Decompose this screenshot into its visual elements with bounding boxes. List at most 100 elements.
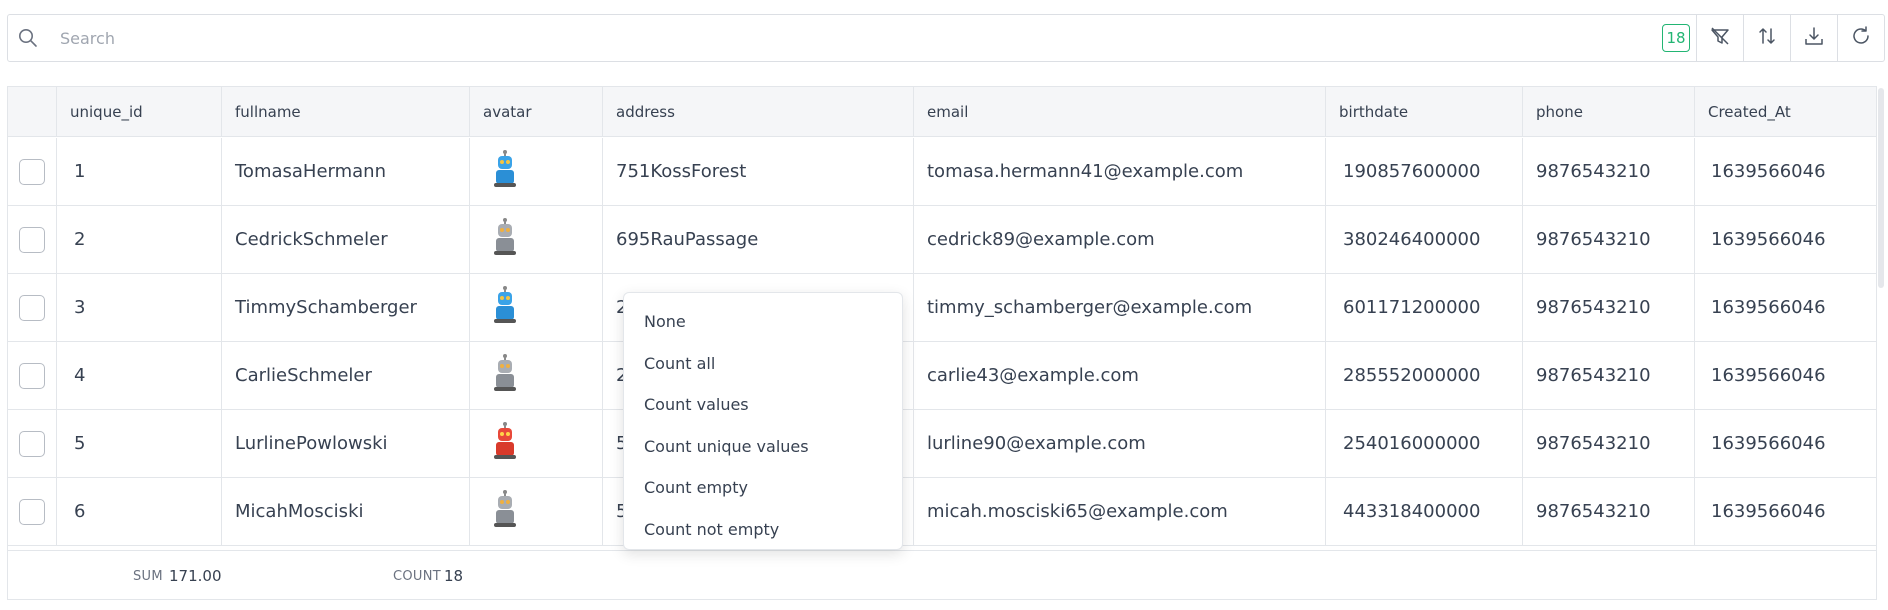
menu-item-count-all[interactable]: Count all <box>624 343 902 385</box>
cell-address[interactable]: 695RauPassage <box>603 206 914 273</box>
row-select-cell <box>8 274 57 341</box>
column-header-fullname[interactable]: fullname <box>222 87 470 136</box>
column-header-email[interactable]: email <box>914 87 1326 136</box>
cell-fullname[interactable]: LurlinePowlowski <box>222 410 470 477</box>
column-header-birthdate[interactable]: birthdate <box>1326 87 1523 136</box>
cell-unique-id[interactable]: 3 <box>57 274 222 341</box>
table-row[interactable]: 1 TomasaHermann 751KossForest tomasa.herma… <box>8 138 1876 206</box>
cell-phone[interactable]: 9876543210 <box>1523 410 1695 477</box>
row-checkbox[interactable] <box>19 226 45 253</box>
cell-birthdate[interactable]: 380246400000 <box>1326 206 1523 273</box>
column-header-phone[interactable]: phone <box>1523 87 1695 136</box>
row-checkbox[interactable] <box>19 158 45 185</box>
cell-fullname[interactable]: CedrickSchmeler <box>222 206 470 273</box>
cell-phone[interactable]: 9876543210 <box>1523 206 1695 273</box>
cell-phone[interactable]: 9876543210 <box>1523 274 1695 341</box>
sort-button[interactable] <box>1743 15 1790 61</box>
row-checkbox[interactable] <box>19 294 45 321</box>
table-row[interactable]: 2 CedrickSchmeler 695RauPassage cedrick89@… <box>8 206 1876 274</box>
aggregation-footer: SUM 171.00 COUNT 18 <box>8 550 1876 599</box>
cell-unique-id[interactable]: 4 <box>57 342 222 409</box>
toolbar: 18 <box>7 14 1885 62</box>
cell-avatar[interactable] <box>470 274 603 341</box>
cell-phone[interactable]: 9876543210 <box>1523 478 1695 545</box>
cell-email[interactable]: micah.mosciski65@example.com <box>914 478 1326 545</box>
avatar <box>490 286 520 329</box>
refresh-button[interactable] <box>1837 15 1884 61</box>
cell-fullname[interactable]: TimmySchamberger <box>222 274 470 341</box>
cell-birthdate[interactable]: 601171200000 <box>1326 274 1523 341</box>
filter-button[interactable] <box>1696 15 1743 61</box>
cell-unique-id[interactable]: 5 <box>57 410 222 477</box>
sum-value: 171.00 <box>169 567 222 585</box>
cell-email[interactable]: cedrick89@example.com <box>914 206 1326 273</box>
cell-avatar[interactable] <box>470 478 603 545</box>
cell-created-at[interactable]: 1639566046 <box>1695 138 1876 205</box>
column-header-unique-id[interactable]: unique_id <box>57 87 222 136</box>
avatar <box>490 218 520 261</box>
column-header-address[interactable]: address <box>603 87 914 136</box>
cell-created-at[interactable]: 1639566046 <box>1695 274 1876 341</box>
vertical-scrollbar[interactable] <box>1878 88 1884 288</box>
cell-fullname[interactable]: MicahMosciski <box>222 478 470 545</box>
column-header-created-at[interactable]: Created_At <box>1695 87 1876 136</box>
cell-created-at[interactable]: 1639566046 <box>1695 342 1876 409</box>
row-select-cell <box>8 206 57 273</box>
search-icon <box>8 15 48 61</box>
refresh-icon <box>1850 25 1872 51</box>
cell-fullname[interactable]: TomasaHermann <box>222 138 470 205</box>
download-button[interactable] <box>1790 15 1837 61</box>
record-count-badge: 18 <box>1662 24 1690 52</box>
cell-phone[interactable]: 9876543210 <box>1523 342 1695 409</box>
row-select-cell <box>8 138 57 205</box>
table-row[interactable]: 6 MicahMosciski 5 micah.mosciski65@example… <box>8 478 1876 546</box>
row-select-cell <box>8 478 57 545</box>
row-checkbox[interactable] <box>19 498 45 525</box>
table-row[interactable]: 4 CarlieSchmeler 2 carlie43@example.com 285… <box>8 342 1876 410</box>
avatar <box>490 150 520 193</box>
cell-phone[interactable]: 9876543210 <box>1523 138 1695 205</box>
menu-item-none[interactable]: None <box>624 301 902 343</box>
cell-address[interactable]: 751KossForest <box>603 138 914 205</box>
select-all-column <box>8 87 57 136</box>
cell-avatar[interactable] <box>470 206 603 273</box>
cell-email[interactable]: carlie43@example.com <box>914 342 1326 409</box>
menu-item-count-empty[interactable]: Count empty <box>624 467 902 509</box>
cell-birthdate[interactable]: 285552000000 <box>1326 342 1523 409</box>
column-header-avatar[interactable]: avatar <box>470 87 603 136</box>
menu-item-count-values[interactable]: Count values <box>624 384 902 426</box>
search-input[interactable] <box>48 16 1662 60</box>
count-label[interactable]: COUNT <box>393 551 441 599</box>
avatar <box>490 354 520 397</box>
avatar <box>490 490 520 533</box>
avatar <box>490 422 520 465</box>
cell-unique-id[interactable]: 1 <box>57 138 222 205</box>
table-row[interactable]: 5 LurlinePowlowski 5 lurline90@example.com… <box>8 410 1876 478</box>
cell-created-at[interactable]: 1639566046 <box>1695 478 1876 545</box>
header-row: unique_id fullname avatar address email … <box>8 87 1876 137</box>
cell-unique-id[interactable]: 6 <box>57 478 222 545</box>
cell-birthdate[interactable]: 190857600000 <box>1326 138 1523 205</box>
table-row[interactable]: 3 TimmySchamberger 2 timmy_schamberger@exa… <box>8 274 1876 342</box>
cell-unique-id[interactable]: 2 <box>57 206 222 273</box>
menu-item-count-not-empty[interactable]: Count not empty <box>624 509 902 551</box>
count-value: 18 <box>444 567 464 585</box>
cell-avatar[interactable] <box>470 410 603 477</box>
cell-birthdate[interactable]: 443318400000 <box>1326 478 1523 545</box>
sort-icon <box>1756 25 1778 51</box>
cell-fullname[interactable]: CarlieSchmeler <box>222 342 470 409</box>
row-select-cell <box>8 410 57 477</box>
menu-item-count-unique-values[interactable]: Count unique values <box>624 426 902 468</box>
cell-email[interactable]: lurline90@example.com <box>914 410 1326 477</box>
cell-avatar[interactable] <box>470 138 603 205</box>
sum-label[interactable]: SUM <box>133 551 163 599</box>
cell-email[interactable]: tomasa.hermann41@example.com <box>914 138 1326 205</box>
row-select-cell <box>8 342 57 409</box>
cell-avatar[interactable] <box>470 342 603 409</box>
cell-birthdate[interactable]: 254016000000 <box>1326 410 1523 477</box>
cell-created-at[interactable]: 1639566046 <box>1695 206 1876 273</box>
cell-created-at[interactable]: 1639566046 <box>1695 410 1876 477</box>
cell-email[interactable]: timmy_schamberger@example.com <box>914 274 1326 341</box>
row-checkbox[interactable] <box>19 362 45 389</box>
row-checkbox[interactable] <box>19 430 45 457</box>
